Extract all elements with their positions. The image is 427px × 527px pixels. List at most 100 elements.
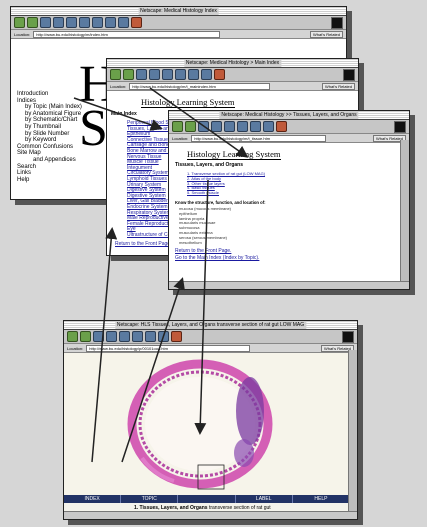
main-index-window-title: Netscape: Medical Histology > Main Index: [183, 59, 282, 67]
index-menu-item[interactable]: Common Confusions: [17, 144, 82, 151]
images-icon[interactable]: [145, 331, 156, 342]
tissues-heading: Histology Learning System: [187, 149, 281, 160]
index-menu: Introduction Indices by Topic (Main Index)…: [17, 91, 82, 183]
index-menu-item[interactable]: by Anatomical Figure: [17, 111, 82, 118]
stop-icon[interactable]: [214, 69, 225, 80]
nav-help-button[interactable]: HELP: [293, 495, 349, 503]
index-menu-item[interactable]: by Slide Number: [17, 131, 82, 138]
tissues-go-link[interactable]: Go to the Main Index (Index by Topic).: [175, 255, 259, 261]
home-icon[interactable]: [106, 331, 117, 342]
forward-icon[interactable]: [80, 331, 91, 342]
index-url-field[interactable]: http://www.bu.edu/histology/m/index.htm: [33, 30, 220, 38]
index-menu-item[interactable]: Site Map: [17, 150, 82, 157]
reload-icon[interactable]: [136, 69, 147, 80]
forward-icon[interactable]: [185, 121, 196, 132]
print-icon[interactable]: [105, 17, 116, 28]
index-menu-item[interactable]: by Keyword: [17, 137, 82, 144]
tissues-window-title: Netscape: Medical Histology >> Tissues, …: [219, 111, 359, 119]
main-index-heading: Histology Learning System: [141, 97, 235, 108]
main-index-url-field[interactable]: http://www.bu.edu/histology/m/t_maininde…: [129, 82, 270, 90]
index-menu-item[interactable]: Indices: [17, 98, 82, 105]
search-icon[interactable]: [162, 69, 173, 80]
netscape-icon[interactable]: [237, 121, 248, 132]
know-item: mesothelium: [179, 239, 202, 245]
index-menu-item[interactable]: Help: [17, 177, 82, 184]
main-index-subheading: Main Index: [111, 111, 137, 117]
netscape-icon[interactable]: [132, 331, 143, 342]
index-titlebar[interactable]: Netscape: Medical Histology Index: [11, 7, 346, 16]
slide-scrollbar[interactable]: [348, 350, 357, 511]
slide-url-field[interactable]: http://www.bu.edu/histology/p/00101ooa.h…: [86, 344, 250, 352]
nav-spacer: [178, 495, 236, 503]
index-menu-item[interactable]: and Appendices: [17, 157, 82, 164]
index-location-bar: Location: http://www.bu.edu/histology/m/…: [11, 30, 346, 39]
rat-gut-micrograph[interactable]: [64, 353, 357, 495]
whats-related-button[interactable]: What's Related: [310, 30, 343, 38]
images-icon[interactable]: [92, 17, 103, 28]
security-icon[interactable]: [118, 17, 129, 28]
return-front-page-link[interactable]: Return to the Front Page: [115, 241, 170, 247]
reload-icon[interactable]: [198, 121, 209, 132]
home-icon[interactable]: [53, 17, 64, 28]
tissues-titlebar[interactable]: Netscape: Medical Histology >> Tissues, …: [169, 111, 409, 120]
tissue-link[interactable]: 5. Smooth muscle: [187, 190, 265, 196]
whats-related-button[interactable]: What's Related: [322, 82, 355, 90]
tissues-return-link[interactable]: Return to the Front Page.: [175, 248, 231, 254]
reload-icon[interactable]: [93, 331, 104, 342]
index-menu-item[interactable]: Introduction: [17, 91, 82, 98]
nav-topic-button[interactable]: TOPIC: [121, 495, 179, 503]
main-index-titlebar[interactable]: Netscape: Medical Histology > Main Index: [107, 59, 358, 68]
stop-icon[interactable]: [276, 121, 287, 132]
tissues-scrollbar[interactable]: [400, 140, 409, 281]
back-icon[interactable]: [67, 331, 78, 342]
index-menu-item[interactable]: by Schematic/Chart: [17, 117, 82, 124]
back-icon[interactable]: [110, 69, 121, 80]
home-icon[interactable]: [211, 121, 222, 132]
search-icon[interactable]: [224, 121, 235, 132]
print-icon[interactable]: [263, 121, 274, 132]
index-menu-item[interactable]: Links: [17, 170, 82, 177]
back-icon[interactable]: [14, 17, 25, 28]
back-icon[interactable]: [172, 121, 183, 132]
netscape-icon[interactable]: [175, 69, 186, 80]
tissues-return-text: Return to the Front Page.: [175, 248, 231, 254]
index-toolbar: [11, 16, 346, 30]
know-heading: Know the structure, function, and locati…: [175, 200, 266, 205]
home-icon[interactable]: [149, 69, 160, 80]
forward-icon[interactable]: [123, 69, 134, 80]
slide-location-bar: Location: http://www.bu.edu/histology/p/…: [64, 344, 357, 353]
tissues-content: Histology Learning System Tissues, Layer…: [169, 143, 409, 283]
nav-label-button[interactable]: LABEL: [236, 495, 293, 503]
search-icon[interactable]: [66, 17, 77, 28]
stop-icon[interactable]: [171, 331, 182, 342]
tissues-url-field[interactable]: http://www.bu.edu/histology/m/t_tissue.h…: [191, 134, 326, 142]
location-label: Location:: [172, 135, 189, 141]
tissues-toolbar: [169, 120, 409, 134]
print-icon[interactable]: [201, 69, 212, 80]
netscape-logo-icon: [342, 330, 354, 343]
print-icon[interactable]: [158, 331, 169, 342]
nav-index-button[interactable]: INDEX: [64, 495, 122, 503]
images-icon[interactable]: [188, 69, 199, 80]
lymphoid-nodule: [234, 439, 254, 467]
stop-icon[interactable]: [131, 17, 142, 28]
slide-titlebar[interactable]: Netscape: HLS Tissues, Layers, and Organ…: [64, 321, 357, 330]
netscape-icon[interactable]: [79, 17, 90, 28]
index-menu-item[interactable]: by Thumbnail: [17, 124, 82, 131]
netscape-logo-icon: [394, 120, 406, 133]
reload-icon[interactable]: [40, 17, 51, 28]
search-icon[interactable]: [119, 331, 130, 342]
big-letter-s: S: [79, 100, 108, 157]
tissues-statusbar: [169, 281, 409, 289]
images-icon[interactable]: [250, 121, 261, 132]
index-window-title: Netscape: Medical Histology Index: [138, 7, 219, 15]
slide-toolbar: [64, 330, 357, 344]
netscape-logo-icon: [343, 68, 355, 81]
tissue-link-list: 1. Transverse section of rat gut (LOW MA…: [187, 171, 265, 196]
main-index-location-bar: Location: http://www.bu.edu/histology/m/…: [107, 82, 358, 91]
index-menu-item[interactable]: Search: [17, 164, 82, 171]
slide-statusbar: [64, 511, 357, 519]
index-menu-item[interactable]: by Topic (Main Index): [17, 104, 82, 111]
slide-window: Netscape: HLS Tissues, Layers, and Organ…: [63, 320, 358, 520]
forward-icon[interactable]: [27, 17, 38, 28]
